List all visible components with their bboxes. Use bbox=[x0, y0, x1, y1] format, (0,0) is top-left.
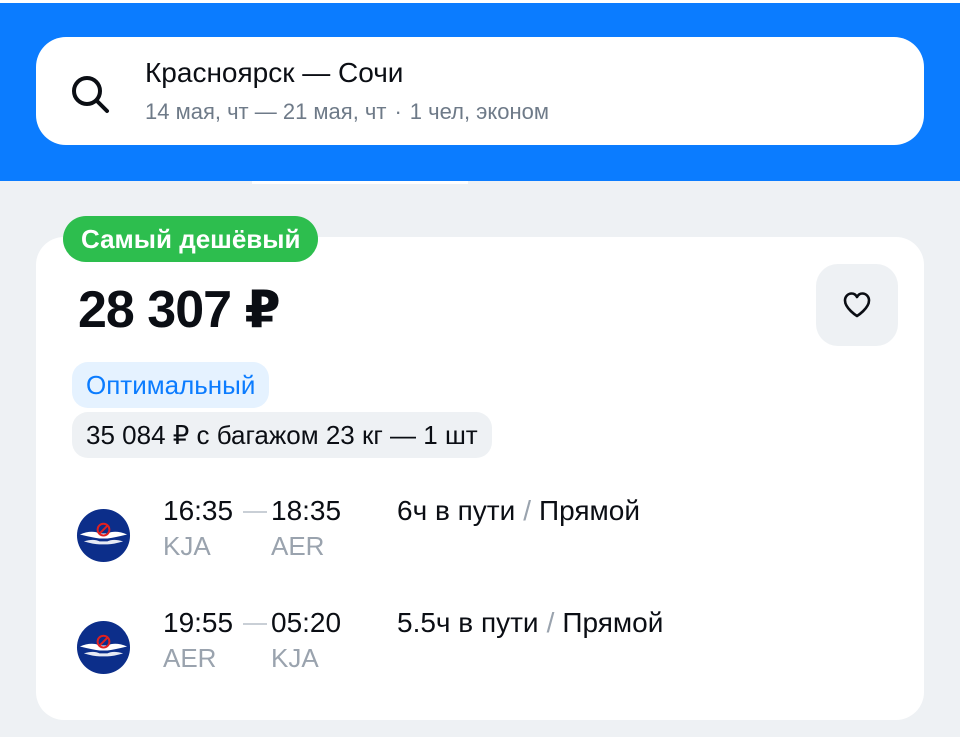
optimal-tag: Оптимальный bbox=[72, 362, 270, 408]
flight-row-outbound: 16:35 18:35 KJA AER 6ч в пути / Прямой bbox=[0, 494, 960, 574]
flight-duration: 6ч в пути / Прямой bbox=[397, 494, 640, 528]
duration-slash: / bbox=[546, 607, 555, 638]
duration-text: 5.5ч в пути bbox=[397, 607, 539, 638]
depart-time: 16:35 bbox=[163, 495, 234, 526]
search-route[interactable]: Красноярск — Сочи bbox=[145, 56, 403, 90]
favorite-button[interactable] bbox=[816, 264, 898, 346]
tab-indicator bbox=[252, 181, 468, 184]
status-strip bbox=[0, 0, 960, 3]
time-dash bbox=[243, 623, 267, 625]
flight-duration: 5.5ч в пути / Прямой bbox=[397, 606, 663, 640]
search-dates: 14 мая, чт — 21 мая, чт bbox=[145, 99, 387, 124]
arrive-time: 05:20 bbox=[271, 607, 342, 638]
flight-row-return: 19:55 05:20 AER KJA 5.5ч в пути / Прямой bbox=[0, 606, 960, 686]
arrive-airport: KJA bbox=[271, 643, 319, 673]
time-dash bbox=[243, 511, 267, 513]
flight-type: Прямой bbox=[539, 495, 641, 526]
arrive-airport: AER bbox=[271, 531, 325, 561]
airline-logo-icon bbox=[76, 620, 131, 675]
depart-time: 19:55 bbox=[163, 607, 234, 638]
ticket-price: 28 307 ₽ bbox=[78, 281, 281, 339]
arrive-time: 18:35 bbox=[271, 495, 342, 526]
duration-slash: / bbox=[523, 495, 532, 526]
search-icon[interactable] bbox=[68, 72, 112, 116]
baggage-offer[interactable]: 35 084 ₽ с багажом 23 кг — 1 шт bbox=[72, 412, 492, 458]
cheapest-badge: Самый дешёвый bbox=[63, 216, 319, 262]
search-details[interactable]: 14 мая, чт — 21 мая, чт · 1 чел, эконом bbox=[145, 98, 549, 126]
depart-airport: AER bbox=[163, 643, 217, 673]
depart-airport: KJA bbox=[163, 531, 211, 561]
search-bar[interactable] bbox=[36, 37, 924, 145]
search-separator: · bbox=[394, 99, 402, 124]
airline-logo-icon bbox=[76, 508, 131, 563]
duration-text: 6ч в пути bbox=[397, 495, 516, 526]
search-passengers: 1 чел, эконом bbox=[409, 99, 550, 124]
heart-icon bbox=[843, 292, 871, 318]
flight-type: Прямой bbox=[562, 607, 664, 638]
